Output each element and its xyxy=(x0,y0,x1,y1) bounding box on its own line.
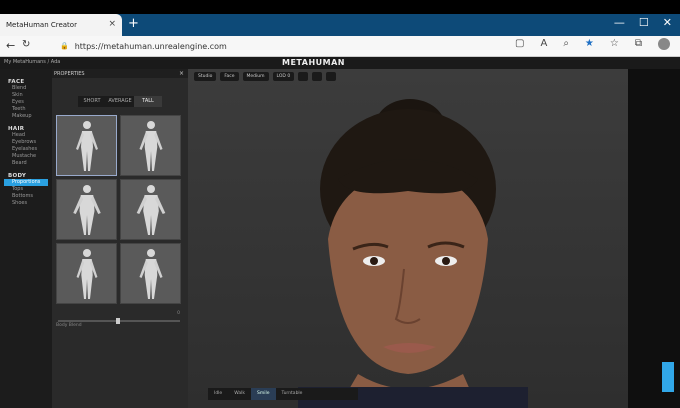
body-preset-5[interactable] xyxy=(56,243,117,304)
slider-value: 0 xyxy=(177,311,180,316)
new-tab-button[interactable]: + xyxy=(128,17,139,31)
panel-close-icon[interactable]: × xyxy=(179,70,184,77)
height-tab-average[interactable]: AVERAGE xyxy=(106,96,134,107)
height-tab-tall[interactable]: TALL xyxy=(134,96,162,107)
sidebar-nav: FACE Blend Skin Eyes Teeth Makeup HAIR Head Eyeb… xyxy=(0,69,52,408)
sidebar-item-bottoms[interactable]: Bottoms xyxy=(8,193,52,200)
tab-title: MetaHuman Creator xyxy=(6,21,77,29)
screen: MetaHuman Creator × + — ☐ ✕ ← ↻ 🔒 https:… xyxy=(0,0,680,408)
body-preset-3[interactable] xyxy=(56,179,117,240)
sidebar-item-eyebrows[interactable]: Eyebrows xyxy=(8,139,52,146)
slider-thumb[interactable] xyxy=(116,318,120,324)
right-edge-panel xyxy=(628,69,680,408)
body-figure-icon xyxy=(76,248,97,299)
properties-panel: PROPERTIES × SHORT AVERAGE TALL Body Ble… xyxy=(52,69,188,408)
read-aloud-icon[interactable]: A xyxy=(540,38,547,50)
body-figure-icon xyxy=(75,120,98,171)
slider-label: Body Blend xyxy=(56,323,82,328)
panel-header: PROPERTIES × xyxy=(52,69,188,78)
height-selector: SHORT AVERAGE TALL xyxy=(78,96,162,107)
sidebar-item-mustache[interactable]: Mustache xyxy=(8,153,52,160)
mode-smile[interactable]: Smile xyxy=(250,388,276,400)
favorite-star-icon[interactable]: ★ xyxy=(585,38,594,50)
search-icon[interactable]: ⌕ xyxy=(563,38,569,50)
3d-viewport[interactable]: Studio Face Medium LOD 0 Idle Walk Smile… xyxy=(188,69,628,408)
close-window-button[interactable]: ✕ xyxy=(663,16,672,29)
favorites-icon[interactable]: ☆ xyxy=(610,38,619,50)
reload-icon[interactable]: ↻ xyxy=(22,39,30,50)
back-icon[interactable]: ← xyxy=(6,39,15,52)
profile-avatar[interactable] xyxy=(658,38,670,50)
sidebar-item-eyelashes[interactable]: Eyelashes xyxy=(8,146,52,153)
address-bar: ← ↻ 🔒 https://metahuman.unrealengine.com… xyxy=(0,36,680,57)
body-preset-4[interactable] xyxy=(120,179,181,240)
sidebar-item-skin[interactable]: Skin xyxy=(8,92,52,99)
sidebar-item-eyes[interactable]: Eyes xyxy=(8,99,52,106)
body-figure-icon xyxy=(138,120,163,171)
lock-icon: 🔒 xyxy=(60,42,69,50)
sidebar-item-shoes[interactable]: Shoes xyxy=(8,200,52,207)
animation-mode-bar: Idle Walk Smile Turntable xyxy=(208,388,358,400)
url-text: https://metahuman.unrealengine.com xyxy=(74,42,227,51)
sidebar-item-teeth[interactable]: Teeth xyxy=(8,106,52,113)
body-preset-6[interactable] xyxy=(120,243,181,304)
sidebar-item-blend[interactable]: Blend xyxy=(8,85,52,92)
side-tab-button[interactable] xyxy=(662,362,674,392)
browser-toolbar: ▢ A ⌕ ★ ☆ ⧉ xyxy=(515,38,670,50)
brand-logo: METAHUMAN xyxy=(282,58,345,67)
sidebar-item-beard[interactable]: Beard xyxy=(8,160,52,167)
sidebar-item-makeup[interactable]: Makeup xyxy=(8,113,52,120)
minimize-button[interactable]: — xyxy=(614,16,625,29)
body-preset-1[interactable] xyxy=(56,115,117,176)
tab-actions-icon[interactable]: ▢ xyxy=(515,38,524,50)
tab-close-icon[interactable]: × xyxy=(108,19,116,29)
panel-title: PROPERTIES xyxy=(54,71,85,77)
body-figure-icon xyxy=(138,248,163,299)
app-top-strip: My MetaHumans / Ada METAHUMAN xyxy=(0,57,680,69)
browser-tab[interactable]: MetaHuman Creator × xyxy=(0,14,122,36)
window-controls: — ☐ ✕ xyxy=(614,16,672,29)
sidebar-item-proportions[interactable]: Proportions xyxy=(4,179,48,186)
height-tab-short[interactable]: SHORT xyxy=(78,96,106,107)
body-type-grid xyxy=(56,115,182,304)
browser-tab-bar: MetaHuman Creator × + — ☐ ✕ xyxy=(0,14,680,36)
collections-icon[interactable]: ⧉ xyxy=(635,38,642,50)
body-figure-icon xyxy=(72,184,101,235)
url-field[interactable]: 🔒 https://metahuman.unrealengine.com xyxy=(60,39,490,54)
mode-idle[interactable]: Idle xyxy=(208,388,228,400)
body-figure-icon xyxy=(136,184,165,235)
metahuman-app: My MetaHumans / Ada METAHUMAN FACE Blend S… xyxy=(0,57,680,408)
maximize-button[interactable]: ☐ xyxy=(639,16,649,29)
character-render xyxy=(298,99,528,408)
sidebar-item-head[interactable]: Head xyxy=(8,132,52,139)
sidebar-item-tops[interactable]: Tops xyxy=(8,186,52,193)
project-path[interactable]: My MetaHumans / Ada xyxy=(4,59,60,65)
mode-walk[interactable]: Walk xyxy=(228,388,251,400)
mode-turntable[interactable]: Turntable xyxy=(276,388,309,400)
body-preset-2[interactable] xyxy=(120,115,181,176)
blend-slider: Body Blend 0 xyxy=(56,311,182,330)
